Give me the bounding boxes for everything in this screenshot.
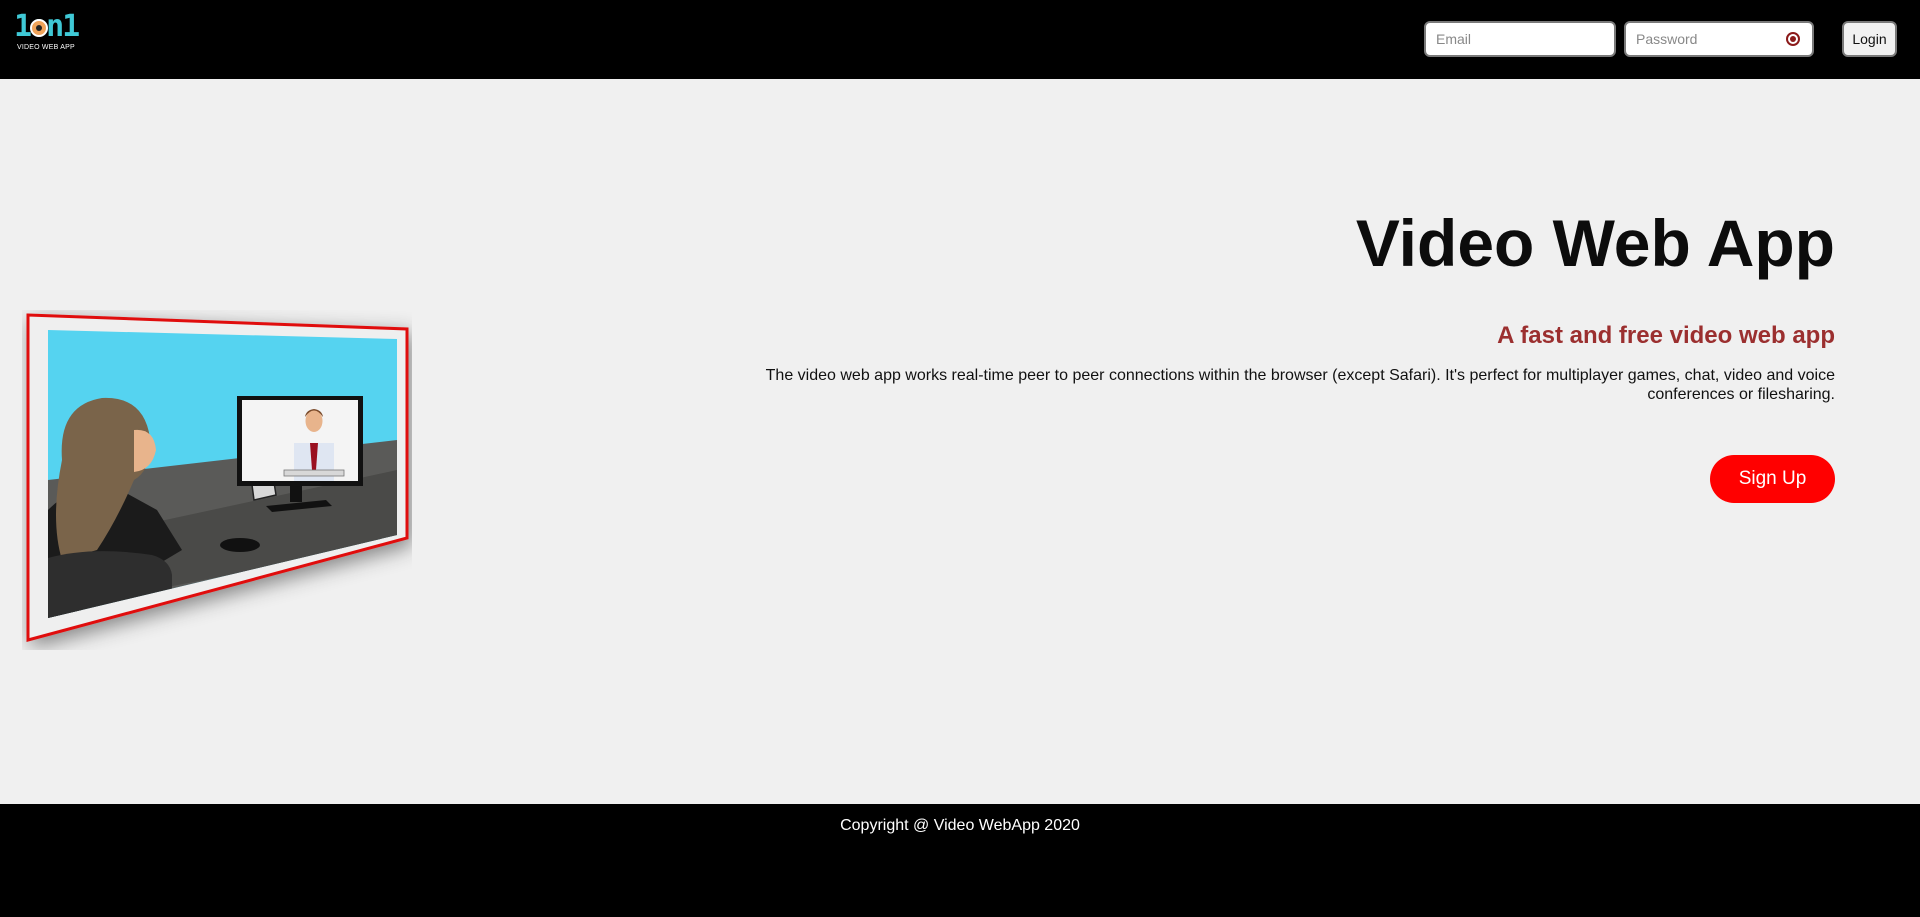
email-field[interactable] [1424,21,1616,57]
camera-lens-icon [30,19,48,37]
page-footer: Copyright @ Video WebApp 2020 [0,804,1920,917]
video-call-illustration [26,313,409,642]
login-button[interactable]: Login [1842,21,1897,57]
sign-up-button[interactable]: Sign Up [1710,455,1835,503]
app-logo[interactable]: 1on1 VIDEO WEB APP [12,10,80,54]
hero-title: Video Web App [1355,206,1835,280]
copyright-text: Copyright @ Video WebApp 2020 [840,817,1080,834]
hero-subtitle: A fast and free video web app [1497,322,1835,349]
logo-tagline: VIDEO WEB APP [17,44,75,51]
hero-description: The video web app works real-time peer t… [765,367,1835,403]
top-navbar: 1on1 VIDEO WEB APP Login [0,0,1920,79]
password-reveal-icon[interactable] [1786,32,1800,46]
